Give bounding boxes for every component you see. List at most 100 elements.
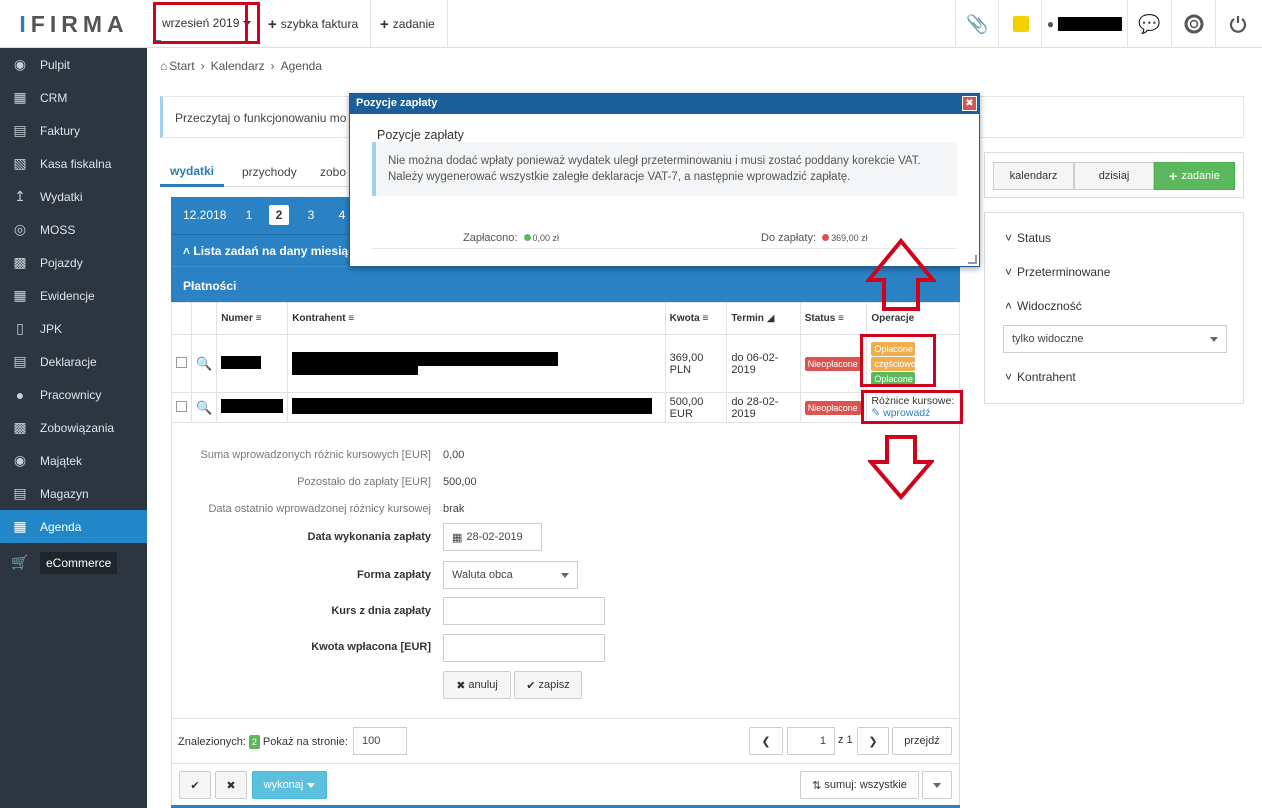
highlight-exchange-link (861, 390, 963, 424)
month-link[interactable]: 12.2018 (183, 205, 226, 225)
sidebar-item-deklaracje[interactable]: ▤ Deklaracje (0, 345, 147, 378)
sidebar-item-pracownicy[interactable]: ● Pracownicy (0, 378, 147, 411)
user-menu[interactable]: ● (1041, 0, 1127, 48)
filter-overdue[interactable]: ˅ Przeterminowane (1005, 265, 1110, 279)
close-icon[interactable]: ✖ (962, 96, 977, 111)
cancel-label: anuluj (468, 679, 498, 691)
next-page-button[interactable]: ❯ (857, 727, 889, 755)
month-label: 1 (245, 208, 253, 222)
today-button[interactable]: dzisiaj (1074, 162, 1154, 190)
go-page-button[interactable]: przejdź (892, 727, 952, 755)
month-link[interactable]: 3 (301, 205, 321, 225)
chat-icon[interactable]: 💬 (1127, 0, 1171, 48)
exchange-rate-input[interactable] (443, 597, 605, 625)
table-cell (287, 392, 666, 423)
header-number[interactable]: Numer ≡ (216, 302, 289, 335)
sidebar-item-pulpit[interactable]: ◉ Pulpit (0, 48, 147, 81)
save-button[interactable]: ✔ zapisz (514, 671, 582, 699)
to-pay-label: Do zapłaty: (761, 232, 817, 244)
table-icon: ▦ (13, 287, 27, 303)
sum-all-button[interactable]: ⇅ sumuj: wszystkie (800, 771, 919, 799)
arrow-down-annotation (868, 435, 934, 500)
add-task-button[interactable]: + zadanie (368, 0, 448, 48)
table-cell (216, 334, 289, 393)
add-task-green-button[interactable]: + zadanie (1154, 162, 1235, 190)
sidebar-item-crm[interactable]: ▦ CRM (0, 81, 147, 114)
sidebar-item-wydatki[interactable]: ↥ Wydatki (0, 180, 147, 213)
row-checkbox[interactable] (176, 356, 187, 368)
sum-dropdown-button[interactable] (922, 771, 952, 799)
header-contractor[interactable]: Kontrahent ≡ (287, 302, 666, 335)
page-input[interactable]: 1 (787, 727, 835, 755)
found-count-badge: 2 (248, 735, 260, 749)
prev-page-button[interactable]: ❮ (749, 727, 783, 755)
sidebar-item-kasa-fiskalna[interactable]: ▧ Kasa fiskalna (0, 147, 147, 180)
quick-invoice-button[interactable]: + szybka faktura (256, 0, 372, 48)
breadcrumb-calendar[interactable]: Kalendarz (211, 59, 265, 73)
to-pay-summary: Do zapłaty: 369,00 zł (761, 232, 868, 244)
sidebar-item-jpk[interactable]: ▯ JPK (0, 312, 147, 345)
sticky-note-icon[interactable] (998, 0, 1042, 48)
sidebar: ◉ Pulpit ▦ CRM ▤ Faktury ▧ Kasa fiskalna ↥ Wy… (0, 48, 147, 808)
sidebar-item-moss[interactable]: ◎ MOSS (0, 213, 147, 246)
filter-status[interactable]: ˅ Status (1005, 231, 1051, 245)
tab-wydatki[interactable]: wydatki (160, 157, 225, 187)
calendar-label: kalendarz (1009, 170, 1058, 182)
amount-cell: 369,00 PLN (664, 334, 728, 393)
filter-label: Widoczność (1017, 299, 1082, 313)
sidebar-item-faktury[interactable]: ▤ Faktury (0, 114, 147, 147)
per-page-input[interactable]: 100 (353, 727, 407, 755)
tab-przychody[interactable]: przychody (232, 157, 307, 187)
plus-icon: + (268, 15, 277, 33)
help-lifebuoy-icon[interactable] (1171, 0, 1215, 48)
power-icon[interactable] (1215, 0, 1259, 48)
header-status[interactable]: Status ≡ (799, 302, 868, 335)
table-cell (171, 334, 192, 393)
sidebar-item-majatek[interactable]: ◉ Majątek (0, 444, 147, 477)
sidebar-item-ecommerce[interactable]: 🛒 eCommerce (0, 546, 147, 579)
paid-value: 0,00 zł (532, 233, 560, 243)
notice-text[interactable]: Przeczytaj o funkcjonowaniu mo (175, 111, 346, 125)
sidebar-item-magazyn[interactable]: ▤ Magazyn (0, 477, 147, 510)
month-link-current[interactable]: 2 (269, 205, 289, 225)
visibility-select[interactable]: tylko widoczne (1003, 325, 1227, 353)
calendar-button[interactable]: kalendarz (993, 162, 1074, 190)
declaration-icon: ▤ (13, 353, 27, 369)
paid-amount-input[interactable] (443, 634, 605, 662)
month-link[interactable]: 1 (239, 205, 259, 225)
sidebar-item-zobowiazania[interactable]: ▩ Zobowiązania (0, 411, 147, 444)
header-due[interactable]: Termin ◢ (726, 302, 801, 335)
breadcrumb-separator: › (270, 59, 275, 73)
sidebar-item-pojazdy[interactable]: ▩ Pojazdy (0, 246, 147, 279)
search-icon[interactable]: 🔍 (196, 400, 212, 415)
sidebar-item-label: Ewidencje (40, 288, 95, 303)
modal-title: Pozycje zapłaty (356, 97, 438, 109)
filter-contractor[interactable]: ˅ Kontrahent (1005, 370, 1076, 384)
sidebar-item-label: Zobowiązania (40, 420, 115, 435)
modal-header[interactable]: Pozycje zapłaty (350, 94, 979, 114)
divider (171, 763, 960, 764)
select-all-button[interactable]: ✔ (179, 771, 211, 799)
calendar-grid-icon: ▦ (13, 518, 27, 534)
deselect-all-button[interactable]: ✖ (215, 771, 247, 799)
ifirma-logo[interactable]: IFIRMA (0, 0, 148, 48)
payment-date-input[interactable]: ▦ 28-02-2019 (443, 523, 542, 551)
header-label: Operacje (871, 313, 915, 324)
header-label: Termin (731, 313, 764, 324)
breadcrumb-start[interactable]: Start (169, 59, 194, 73)
sidebar-item-label: Magazyn (40, 486, 89, 501)
paperclip-icon[interactable]: 📎 (955, 0, 999, 48)
month-label: 3 (307, 208, 315, 222)
highlight-month-selector (153, 2, 248, 44)
execute-dropdown-button[interactable]: wykonaj (252, 771, 327, 799)
payment-form-select[interactable]: Waluta obca (443, 561, 578, 589)
search-icon[interactable]: 🔍 (196, 356, 212, 371)
sidebar-item-agenda[interactable]: ▦ Agenda (0, 510, 147, 543)
filter-visibility[interactable]: ˄ Widoczność (1005, 299, 1082, 313)
resize-handle[interactable] (968, 255, 977, 264)
contractor-redacted (292, 352, 559, 366)
sidebar-item-ewidencje[interactable]: ▦ Ewidencje (0, 279, 147, 312)
row-checkbox[interactable] (176, 400, 187, 412)
header-amount[interactable]: Kwota ≡ (664, 302, 728, 335)
cancel-button[interactable]: ✖ anuluj (443, 671, 511, 699)
